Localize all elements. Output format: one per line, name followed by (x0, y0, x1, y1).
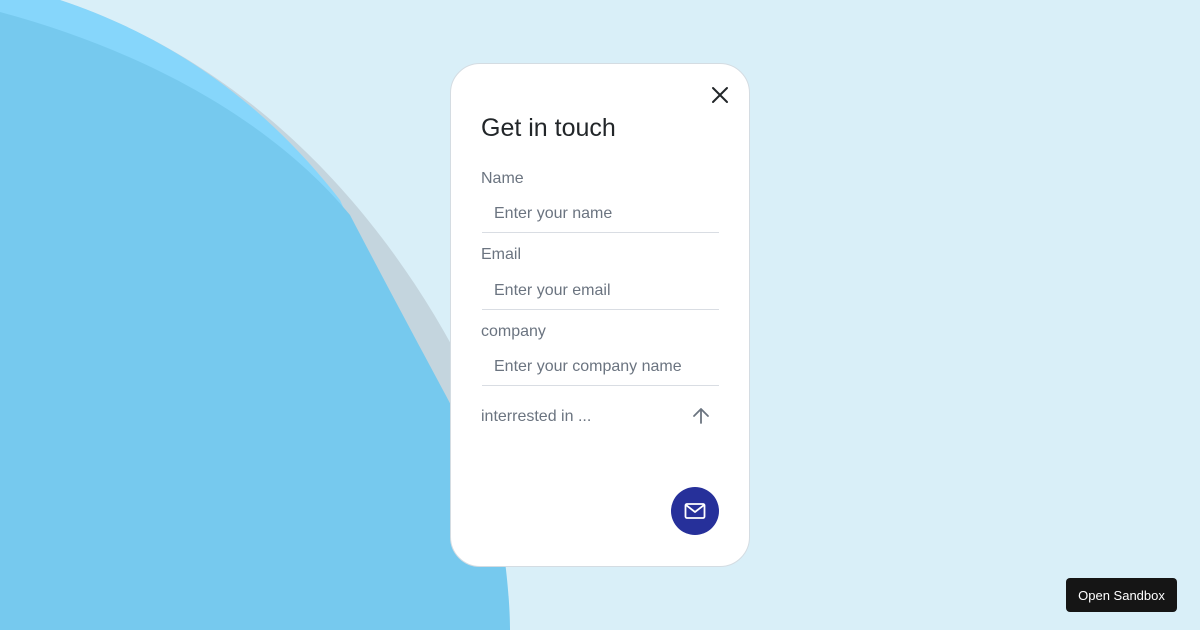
name-input[interactable] (482, 195, 719, 233)
interest-toggle-button[interactable] (691, 406, 711, 426)
name-label: Name (481, 170, 524, 187)
email-input[interactable] (482, 272, 719, 310)
send-button[interactable] (671, 487, 719, 535)
open-sandbox-button[interactable]: Open Sandbox (1066, 578, 1177, 612)
arrow-up-icon (693, 408, 709, 424)
contact-card: Get in touch Name Email company interres… (450, 63, 750, 567)
close-button[interactable] (709, 84, 731, 106)
interest-label[interactable]: interrested in ... (481, 408, 591, 426)
form-title: Get in touch (481, 114, 616, 142)
email-label: Email (481, 246, 522, 263)
company-input[interactable] (482, 348, 719, 386)
close-icon (712, 87, 728, 103)
mail-icon (684, 503, 706, 519)
company-label: company (481, 323, 546, 340)
